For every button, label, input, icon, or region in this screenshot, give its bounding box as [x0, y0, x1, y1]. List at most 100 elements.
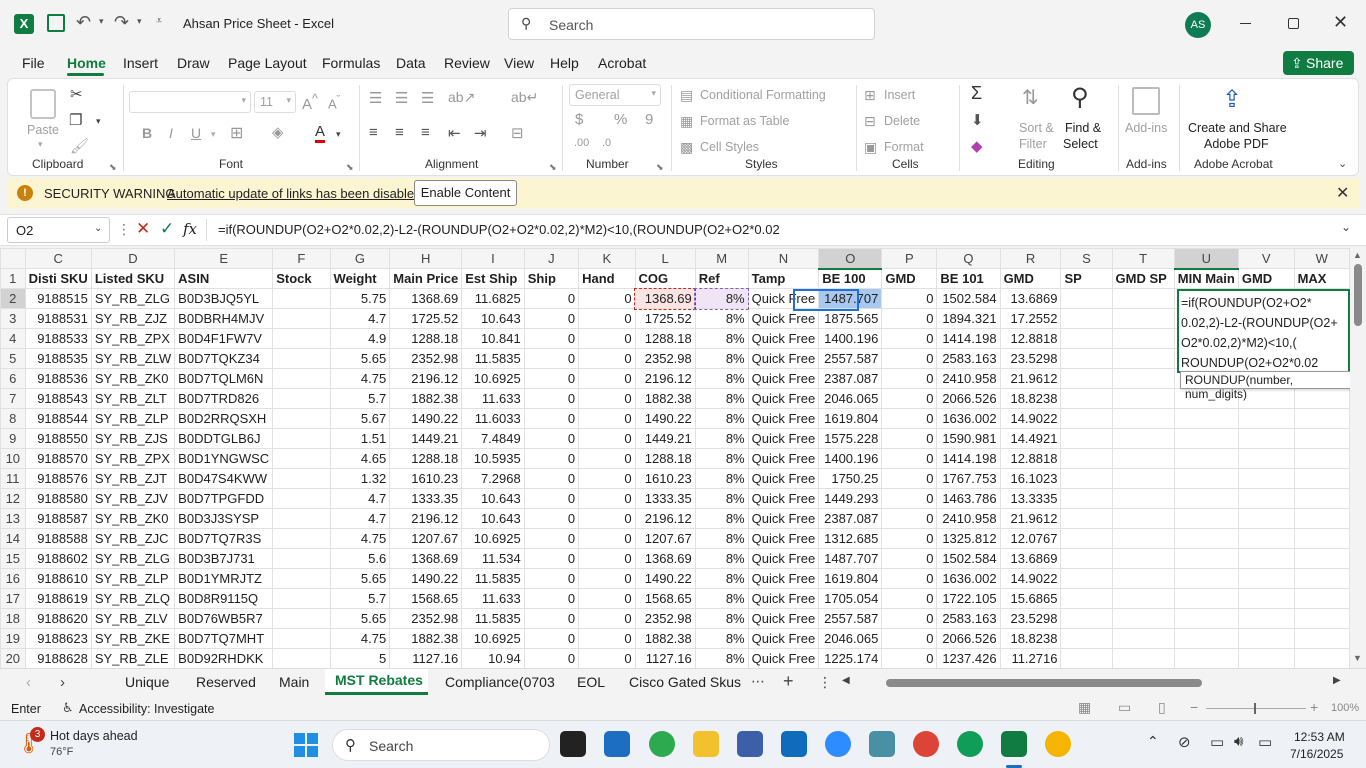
cell-F6[interactable]: [272, 368, 331, 389]
cell-M8[interactable]: 8%: [694, 408, 749, 429]
cell-F9[interactable]: [272, 428, 331, 449]
cell-S8[interactable]: [1060, 408, 1113, 429]
vertical-scrollbar[interactable]: ▲ ▼: [1350, 248, 1366, 668]
cell-T15[interactable]: [1111, 548, 1175, 569]
close-warning-icon[interactable]: ✕: [1336, 183, 1349, 203]
cell-U14[interactable]: [1173, 528, 1239, 549]
horizontal-scrollbar[interactable]: [856, 679, 1328, 687]
merge-center-icon[interactable]: ⊟: [511, 124, 524, 142]
minimize-button[interactable]: [1240, 23, 1251, 24]
cell-G15[interactable]: 5.6: [329, 548, 391, 569]
cell-W15[interactable]: [1293, 548, 1350, 569]
cell-U20[interactable]: [1173, 648, 1239, 668]
decrease-font-icon[interactable]: Aˇ: [328, 94, 340, 111]
column-header-C[interactable]: C: [24, 248, 92, 269]
column-header-D[interactable]: D: [90, 248, 176, 269]
cell-P11[interactable]: 0: [881, 468, 938, 489]
cell-H5[interactable]: 2352.98: [389, 348, 463, 369]
cell-F15[interactable]: [272, 548, 331, 569]
cell-J17[interactable]: 0: [523, 588, 580, 609]
cell-N8[interactable]: Quick Free: [747, 408, 820, 429]
cell-C12[interactable]: 9188580: [24, 488, 92, 509]
header-cell-S[interactable]: SP: [1060, 268, 1113, 289]
cell-K11[interactable]: 0: [578, 468, 636, 489]
taskbar-search[interactable]: ⚲ Search: [332, 729, 550, 761]
cell-E2[interactable]: B0D3BJQ5YL: [174, 288, 274, 309]
cell-D10[interactable]: SY_RB_ZPX: [90, 448, 176, 469]
cell-H7[interactable]: 1882.38: [389, 388, 463, 409]
cell-F18[interactable]: [272, 608, 331, 629]
row-header[interactable]: 12: [0, 488, 26, 509]
cell-I18[interactable]: 11.5835: [461, 608, 525, 629]
cell-L7[interactable]: 1882.38: [634, 388, 696, 409]
cell-E17[interactable]: B0D8R9115Q: [174, 588, 274, 609]
cell-H6[interactable]: 2196.12: [389, 368, 463, 389]
cell-K15[interactable]: 0: [578, 548, 636, 569]
cell-K3[interactable]: 0: [578, 308, 636, 329]
header-cell-U[interactable]: MIN Main: [1173, 268, 1239, 289]
enable-content-button[interactable]: Enable Content: [414, 180, 517, 206]
column-header-P[interactable]: P: [881, 248, 938, 269]
cell-T16[interactable]: [1111, 568, 1175, 589]
cell-I17[interactable]: 11.633: [461, 588, 525, 609]
avatar[interactable]: AS: [1185, 12, 1211, 38]
expand-formula-bar-icon[interactable]: ⌄: [1341, 220, 1351, 234]
cell-O16[interactable]: 1619.804: [818, 568, 883, 589]
cell-M5[interactable]: 8%: [694, 348, 749, 369]
menu-help[interactable]: Help: [550, 55, 579, 71]
cell-E11[interactable]: B0D47S4KWW: [174, 468, 274, 489]
cell-M13[interactable]: 8%: [694, 508, 749, 529]
cell-C20[interactable]: 9188628: [24, 648, 92, 668]
cell-V18[interactable]: [1237, 608, 1295, 629]
cell-T8[interactable]: [1111, 408, 1175, 429]
cell-H10[interactable]: 1288.18: [389, 448, 463, 469]
cell-O7[interactable]: 2046.065: [818, 388, 883, 409]
cell-J5[interactable]: 0: [523, 348, 580, 369]
cell-D16[interactable]: SY_RB_ZLP: [90, 568, 176, 589]
cell-O11[interactable]: 1750.25: [818, 468, 883, 489]
number-format-select[interactable]: General ▾: [569, 84, 661, 106]
undo-icon[interactable]: ↶: [76, 12, 91, 33]
cell-Q15[interactable]: 1502.584: [936, 548, 1001, 569]
redo-dropdown-icon[interactable]: ▾: [137, 16, 142, 27]
cell-N10[interactable]: Quick Free: [747, 448, 820, 469]
cell-I5[interactable]: 11.5835: [461, 348, 525, 369]
row-header[interactable]: 4: [0, 328, 26, 349]
cell-O15[interactable]: 1487.707: [818, 548, 883, 569]
cell-J15[interactable]: 0: [523, 548, 580, 569]
align-right-icon[interactable]: ≡: [421, 124, 430, 141]
sheet-table[interactable]: CDEFGHIJKLMNOPQRSTUVW 1 Disti SKU Listed S…: [0, 248, 1350, 668]
cell-L16[interactable]: 1490.22: [634, 568, 696, 589]
menu-draw[interactable]: Draw: [177, 55, 210, 71]
column-header-M[interactable]: M: [694, 248, 749, 269]
cell-styles-icon[interactable]: ▩: [680, 139, 693, 156]
cell-N16[interactable]: Quick Free: [747, 568, 820, 589]
cell-N17[interactable]: Quick Free: [747, 588, 820, 609]
cell-F20[interactable]: [272, 648, 331, 668]
cell-R16[interactable]: 14.9022: [999, 568, 1062, 589]
font-color-icon[interactable]: A: [315, 123, 326, 143]
cell-P3[interactable]: 0: [881, 308, 938, 329]
borders-icon[interactable]: ⊞: [230, 123, 243, 143]
column-header-V[interactable]: V: [1237, 248, 1295, 269]
cell-D4[interactable]: SY_RB_ZPX: [90, 328, 176, 349]
cell-U11[interactable]: [1173, 468, 1239, 489]
store-icon[interactable]: [604, 731, 630, 757]
cell-J8[interactable]: 0: [523, 408, 580, 429]
cell-U10[interactable]: [1173, 448, 1239, 469]
chrome-profile-1-icon[interactable]: [913, 731, 939, 757]
sheet-options-icon[interactable]: ⋮: [818, 674, 832, 691]
prev-sheet-icon[interactable]: ‹: [26, 674, 31, 691]
cell-K6[interactable]: 0: [578, 368, 636, 389]
cell-M10[interactable]: 8%: [694, 448, 749, 469]
cell-T7[interactable]: [1111, 388, 1175, 409]
normal-view-icon[interactable]: ▦: [1078, 699, 1091, 716]
cell-R19[interactable]: 18.8238: [999, 628, 1062, 649]
cell-H19[interactable]: 1882.38: [389, 628, 463, 649]
cell-T11[interactable]: [1111, 468, 1175, 489]
cell-Q3[interactable]: 1894.321: [936, 308, 1001, 329]
cell-G5[interactable]: 5.65: [329, 348, 391, 369]
cell-F8[interactable]: [272, 408, 331, 429]
cell-M6[interactable]: 8%: [694, 368, 749, 389]
cell-Q14[interactable]: 1325.812: [936, 528, 1001, 549]
